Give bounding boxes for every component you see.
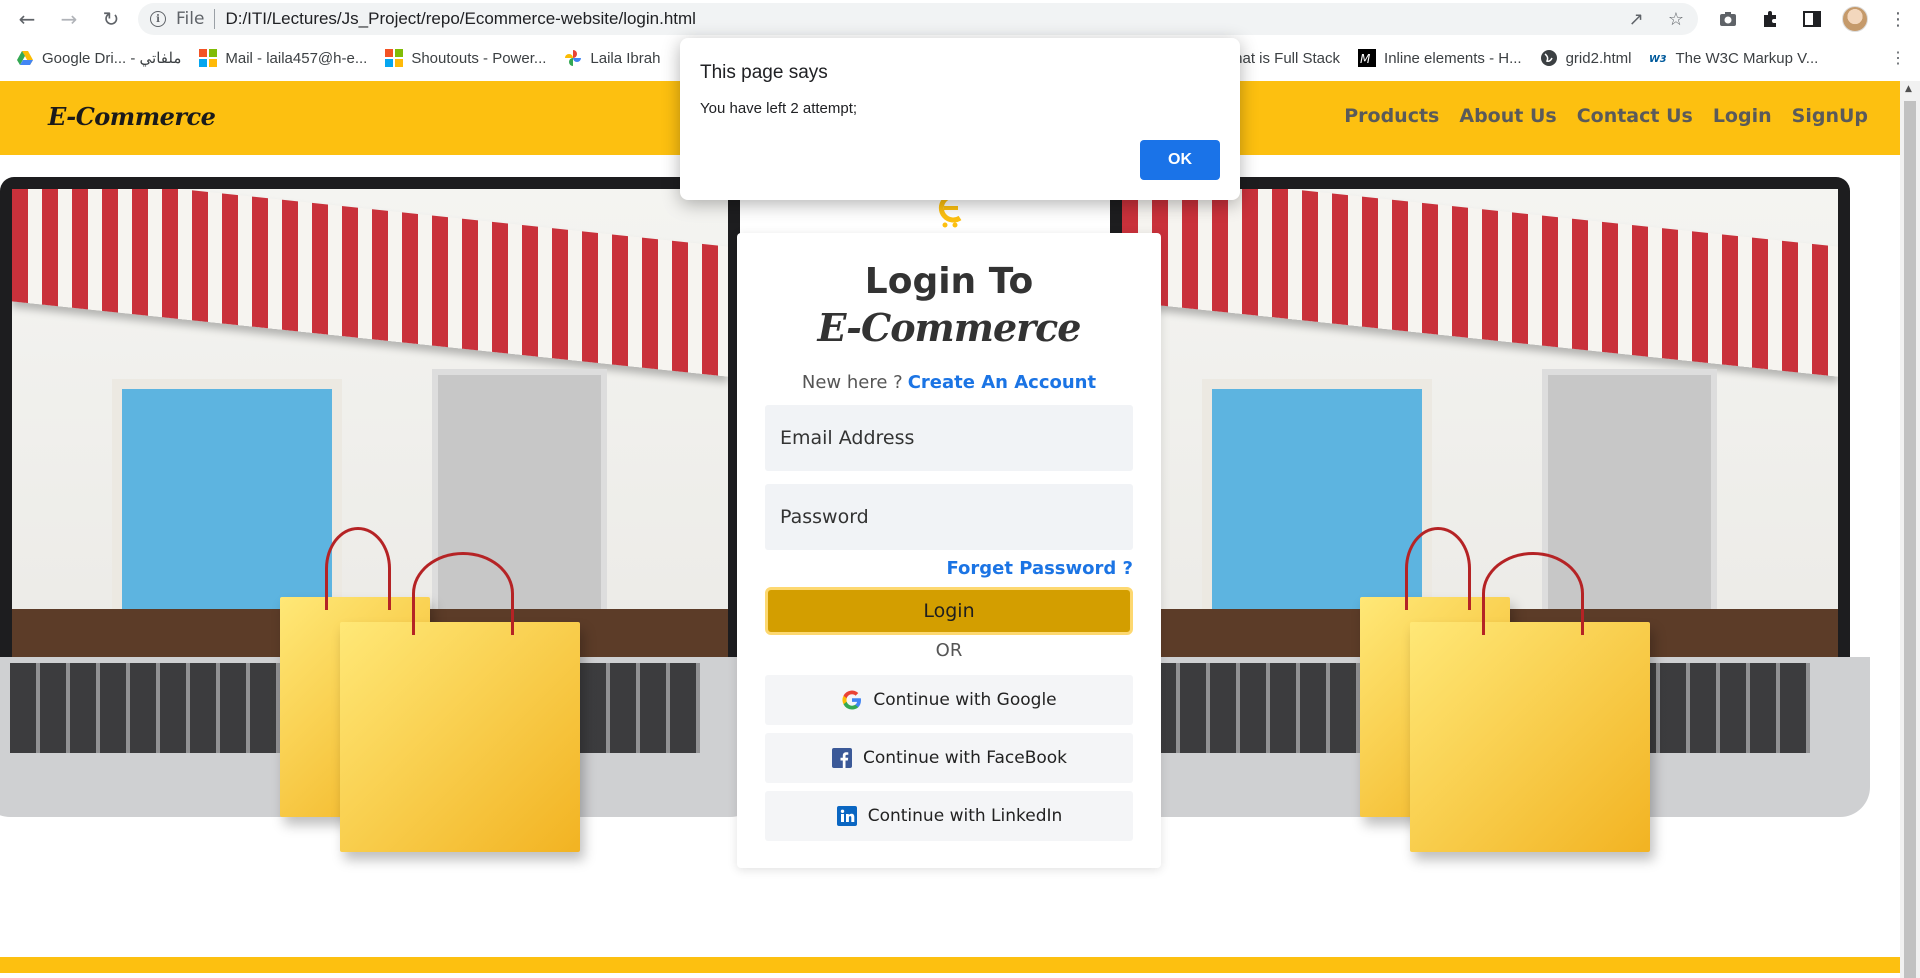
page-scrollbar[interactable]: ▲ [1900,81,1920,978]
mdn-icon: M [1358,49,1377,67]
email-field[interactable] [765,405,1133,471]
back-icon[interactable]: ← [12,4,42,34]
forgot-password-link[interactable]: Forget Password ? [946,558,1133,579]
continue-google-button[interactable]: Continue with Google [765,675,1133,725]
login-button[interactable]: Login [765,587,1133,635]
site-nav: Products About Us Contact Us Login SignU… [1344,105,1868,127]
nav-products[interactable]: Products [1344,105,1439,127]
nav-signup[interactable]: SignUp [1792,105,1868,127]
dialog-title: This page says [700,62,828,83]
bookmark-label: Laila Ibrah [590,49,661,67]
address-url[interactable]: D:/ITI/Lectures/Js_Project/repo/Ecommerc… [225,9,696,29]
w3c-icon: W3 [1649,54,1667,65]
site-logo[interactable]: E-Commerce [48,102,216,131]
browser-toolbar: ← → ↻ i File D:/ITI/Lectures/Js_Project/… [0,0,1920,38]
google-photos-icon [565,50,582,66]
browser-menu-icon[interactable]: ⋮ [1886,4,1910,34]
nav-contact-us[interactable]: Contact Us [1577,105,1693,127]
facebook-icon [831,747,853,769]
bookmark-item[interactable]: Laila Ibrah [564,49,660,67]
continue-google-label: Continue with Google [873,690,1057,710]
info-icon[interactable]: i [150,11,166,27]
new-here-text: New here ? [801,372,903,393]
bookmark-label: The W3C Markup V... [1675,49,1819,67]
create-account-link[interactable]: Create An Account [908,372,1096,393]
address-scheme-label: File [176,9,205,29]
bookmark-label: Mail - laila457@h-e... [225,49,368,67]
bookmark-item[interactable]: grid2.html [1540,49,1632,67]
bookmark-label: Google Dri... - ملفاتي [42,50,182,67]
globe-icon [1540,50,1557,66]
nav-about-us[interactable]: About Us [1459,105,1556,127]
google-icon [841,689,863,711]
microsoft-icon [199,49,218,67]
alert-dialog: This page says You have left 2 attempt; … [680,38,1240,200]
login-brand: E-Commerce [817,305,1082,350]
login-card: Login To E-Commerce New here ? Create An … [737,233,1161,868]
scroll-up-icon[interactable]: ▲ [1905,84,1912,94]
forward-icon[interactable]: → [54,4,84,34]
side-panel-icon[interactable] [1800,4,1824,34]
dialog-message: You have left 2 attempt; [700,100,858,117]
continue-linkedin-label: Continue with LinkedIn [867,806,1063,826]
address-bar[interactable]: i File D:/ITI/Lectures/Js_Project/repo/E… [138,3,1698,35]
extensions-puzzle-icon[interactable] [1758,4,1782,34]
password-field[interactable] [765,484,1133,550]
bookmark-item[interactable]: M Inline elements - H... [1358,49,1522,67]
new-here-line: New here ? Create An Account [737,372,1161,393]
bookmark-label: grid2.html [1565,49,1632,67]
nav-login[interactable]: Login [1713,105,1772,127]
camera-icon[interactable] [1716,4,1740,34]
scrollbar-thumb[interactable] [1904,101,1916,978]
address-separator [214,9,216,29]
svg-text:W3: W3 [1649,54,1667,65]
continue-facebook-button[interactable]: Continue with FaceBook [765,733,1133,783]
bookmark-item[interactable]: Mail - laila457@h-e... [199,49,367,67]
laptop-shop-image-right [1090,177,1870,852]
reload-icon[interactable]: ↻ [96,4,126,34]
laptop-shop-image-left [0,177,760,852]
continue-facebook-label: Continue with FaceBook [862,748,1068,768]
google-drive-icon [17,51,33,65]
continue-linkedin-button[interactable]: Continue with LinkedIn [765,791,1133,841]
bookmarks-right-group: What is Full Stack M Inline elements - H… [1220,40,1836,76]
bookmark-item[interactable]: W3 The W3C Markup V... [1649,49,1818,67]
linkedin-icon [836,805,858,827]
or-divider: OR [935,640,963,661]
footer-strip [0,957,1900,973]
address-actions: ↗ ☆ [1629,9,1684,30]
bookmark-item[interactable]: Google Dri... - ملفاتي [16,49,181,67]
svg-text:M: M [1360,52,1371,66]
bookmark-label: Shoutouts - Power... [411,49,547,67]
bookmark-star-icon[interactable]: ☆ [1668,9,1684,30]
bookmark-item[interactable]: Shoutouts - Power... [385,49,546,67]
microsoft-icon [385,49,404,67]
bookmark-label: Inline elements - H... [1384,49,1522,67]
profile-avatar[interactable] [1842,6,1868,32]
login-title: Login To [864,261,1034,302]
dialog-ok-button[interactable]: OK [1140,140,1220,180]
more-bookmarks-icon[interactable]: ⋮ [1890,48,1906,68]
share-icon[interactable]: ↗ [1629,9,1644,30]
extension-area: ⋮ [1716,4,1910,34]
